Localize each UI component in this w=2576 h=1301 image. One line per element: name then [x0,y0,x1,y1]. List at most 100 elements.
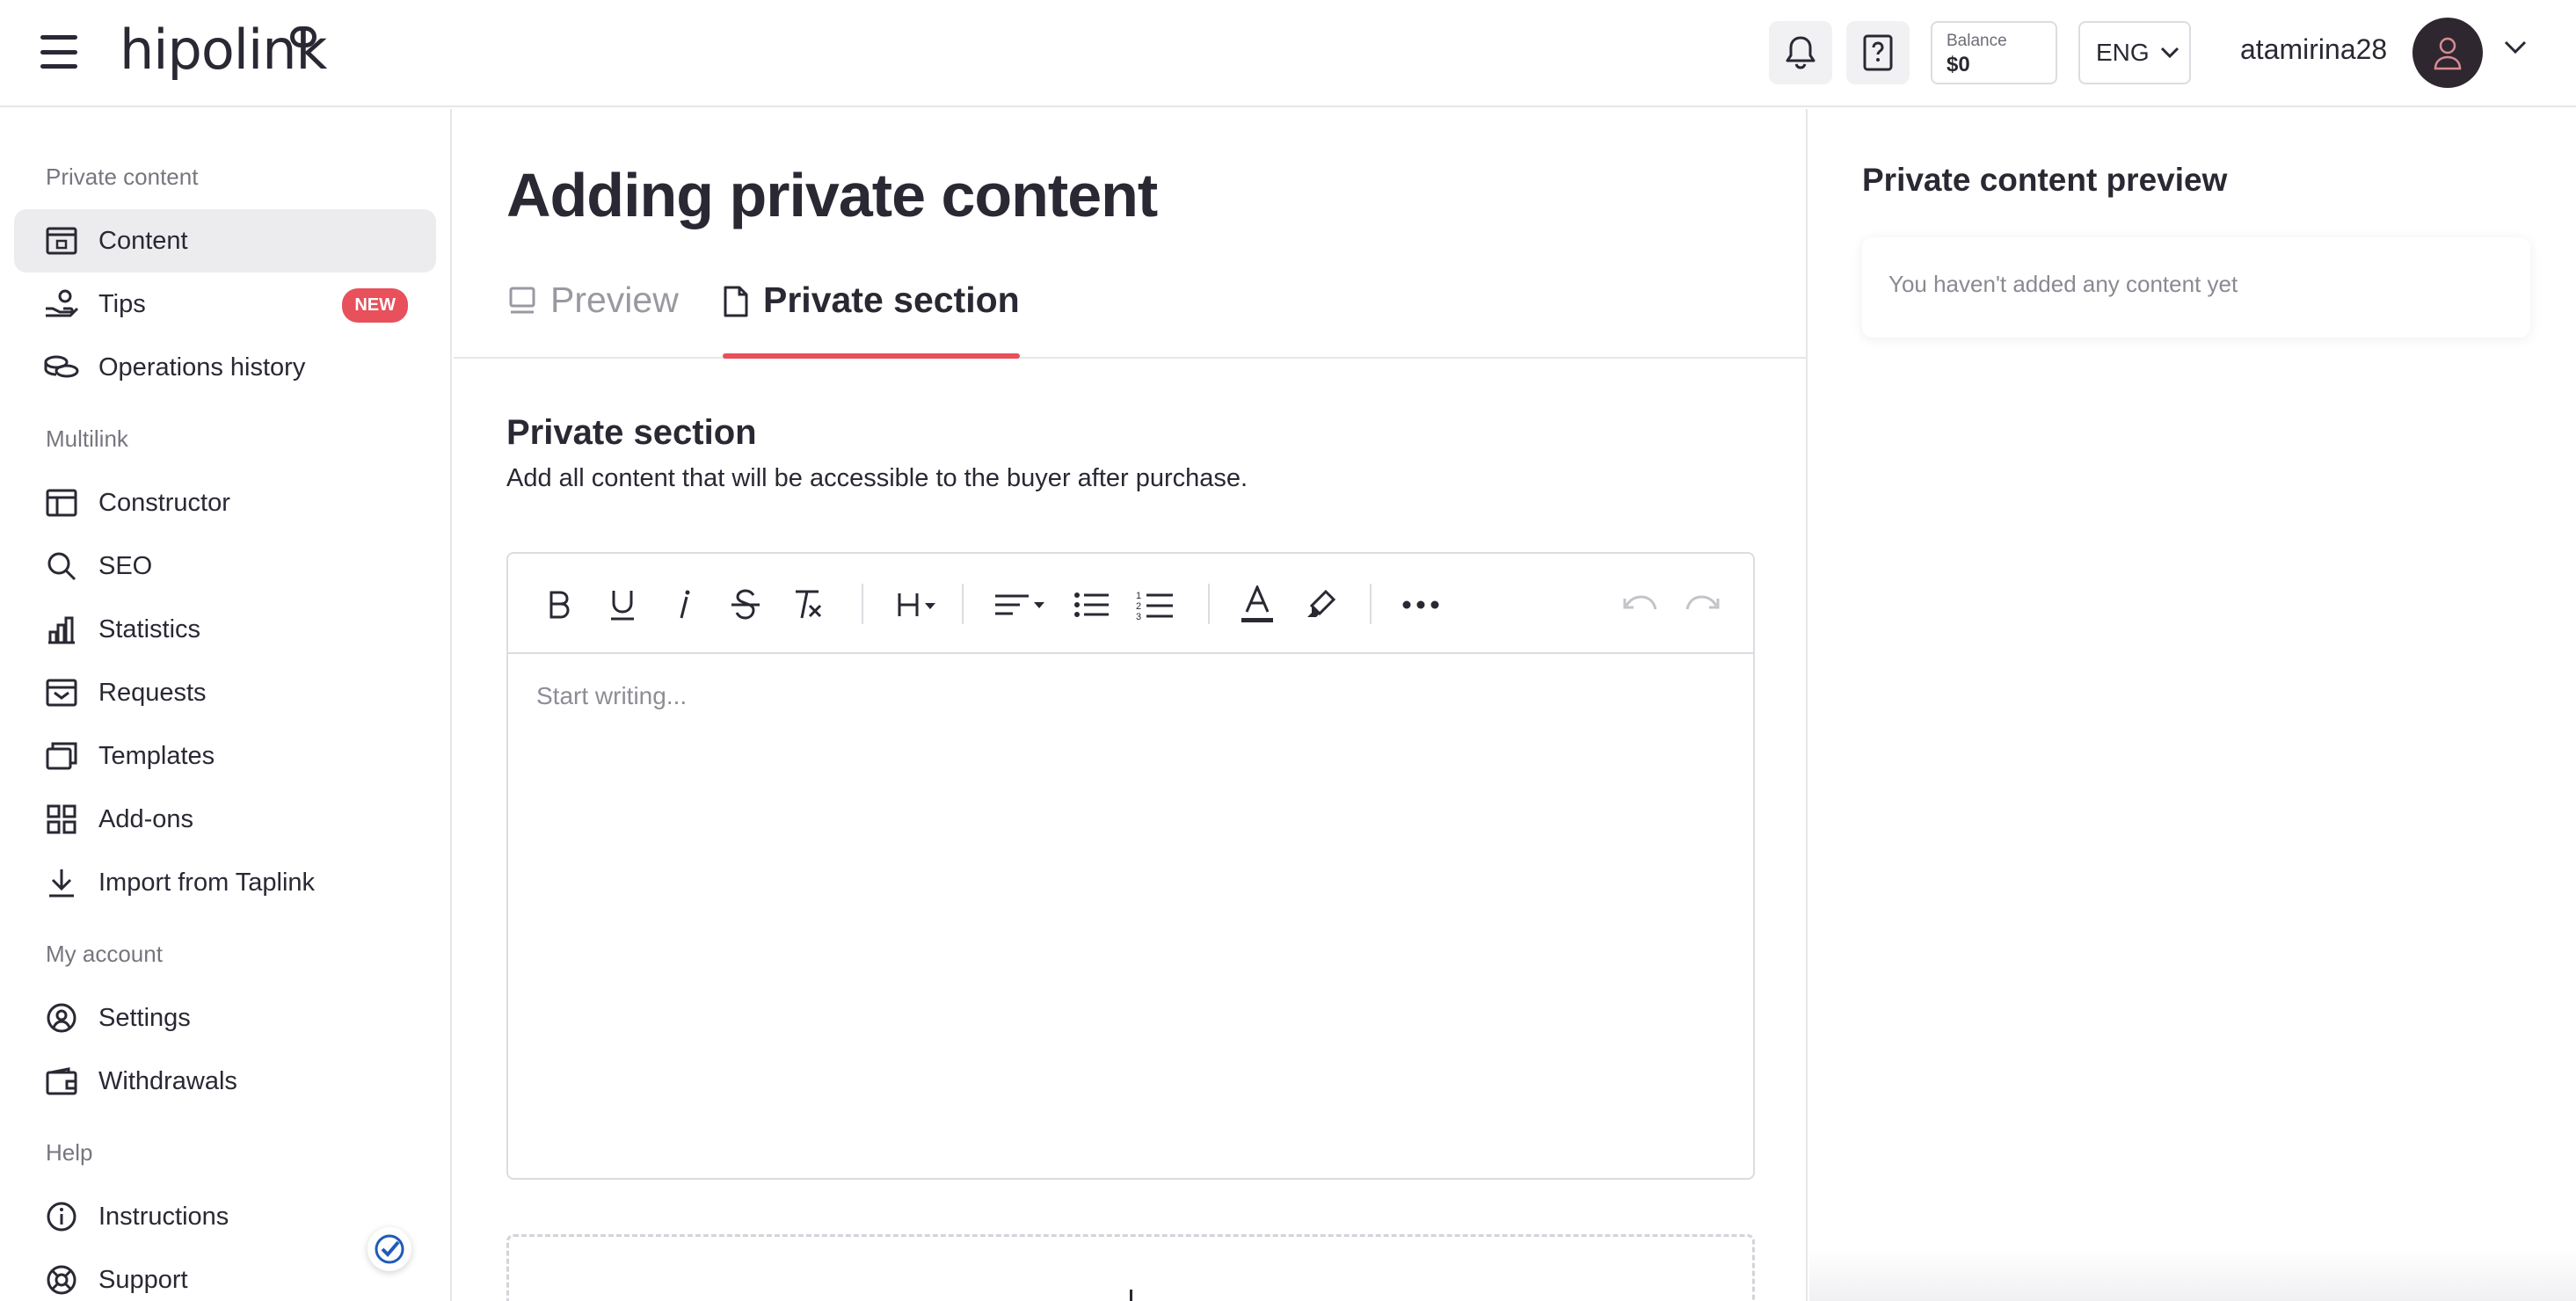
help-book-icon [1863,34,1893,71]
scroll-fade [1809,1248,2576,1301]
section-description: Add all content that will be accessible … [506,464,1248,492]
preview-panel-title: Private content preview [1862,162,2228,198]
underline-icon [611,591,634,621]
sidebar-item-tips[interactable]: Tips NEW [14,273,436,336]
sidebar-section-title: Multilink [46,425,128,452]
italic-button[interactable] [663,584,705,626]
svg-text:1: 1 [1136,591,1141,601]
underline-button[interactable] [601,584,644,626]
sidebar-item-content[interactable]: Content [14,209,436,273]
align-button[interactable] [992,584,1050,626]
redo-button[interactable] [1681,584,1723,626]
notifications-button[interactable] [1769,21,1832,84]
tab-private-section[interactable]: Private section [723,280,1020,359]
layout-icon [44,485,79,520]
toolbar-divider [962,584,964,624]
section-heading: Private section [506,413,757,452]
tab-bar: Preview Private section [454,250,1808,359]
plus-icon [1130,1290,1132,1301]
sidebar-item-requests[interactable]: Requests [14,661,436,724]
download-icon [44,865,79,900]
verified-check-icon[interactable] [367,1227,411,1271]
tab-preview[interactable]: Preview [508,280,679,357]
sidebar-item-label: Requests [98,678,207,707]
bullet-list-button[interactable] [1071,584,1113,626]
sidebar-item-label: Settings [98,1003,191,1032]
preview-panel: Private content preview You haven't adde… [1809,109,2576,1301]
chevron-down-icon [2160,47,2179,59]
menu-icon[interactable] [40,35,77,69]
highlighter-icon [1307,589,1336,617]
text-color-icon [1241,585,1273,622]
language-value: ENG [2096,39,2150,66]
sidebar-item-templates[interactable]: Templates [14,724,436,788]
sidebar-item-label: Import from Taplink [98,868,316,897]
sidebar-section-title: Private content [46,164,199,190]
rich-text-editor[interactable]: 123 Start writing... [506,552,1755,1180]
clear-format-button[interactable] [788,584,830,626]
sidebar-item-label: Instructions [98,1202,229,1231]
copy-icon [44,738,79,774]
heading-icon [898,593,935,616]
align-left-icon [995,594,1044,615]
sidebar-item-label: Constructor [98,488,230,517]
bar-chart-icon [44,612,79,647]
logo-mark-icon [290,26,317,47]
preview-empty-message: You haven't added any content yet [1888,271,2238,297]
sidebar-section-title: My account [46,941,163,967]
bold-button[interactable] [538,584,580,626]
heading-button[interactable] [891,584,946,626]
user-icon [2434,37,2462,70]
toolbar-divider [862,584,863,624]
numbered-list-icon: 123 [1136,591,1173,621]
bullet-list-icon [1074,592,1109,617]
balance-box[interactable]: Balance $0 [1931,21,2057,84]
help-button[interactable] [1846,21,1910,84]
sidebar-item-statistics[interactable]: Statistics [14,598,436,661]
inbox-icon [44,675,79,710]
highlight-button[interactable] [1299,584,1342,626]
strikethrough-icon [731,589,760,620]
strikethrough-button[interactable] [724,584,767,626]
tab-label: Preview [550,280,679,320]
sidebar-item-seo[interactable]: SEO [14,534,436,598]
sidebar-item-label: Tips [98,289,146,318]
hand-coins-icon [44,287,79,322]
undo-icon [1623,595,1657,610]
sidebar-item-label: Statistics [98,614,201,643]
info-icon [44,1199,79,1234]
username[interactable]: atamirina28 [2240,33,2387,66]
sidebar-item-constructor[interactable]: Constructor [14,471,436,534]
balance-value: $0 [1947,53,1970,76]
coins-icon [44,350,79,385]
language-select[interactable]: ENG [2078,21,2191,84]
chevron-down-icon[interactable] [2504,40,2527,55]
numbered-list-button[interactable]: 123 [1134,584,1176,626]
new-badge: NEW [342,288,408,323]
redo-icon [1685,595,1720,610]
sidebar-item-operations-history[interactable]: Operations history [14,336,436,399]
main-content: Adding private content Preview Private s… [454,109,1808,1301]
avatar[interactable] [2412,18,2483,88]
bold-icon [549,591,570,619]
add-block-area[interactable] [506,1234,1755,1301]
sidebar-item-label: Templates [98,741,215,770]
sidebar-item-label: Operations history [98,353,306,382]
italic-icon [680,590,690,619]
sidebar-item-add-ons[interactable]: Add-ons [14,788,436,851]
sidebar-item-label: Withdrawals [98,1066,237,1095]
toolbar-divider [1208,584,1210,624]
search-icon [44,549,79,584]
text-color-button[interactable] [1236,584,1278,626]
more-button[interactable] [1400,584,1442,626]
sidebar-item-withdrawals[interactable]: Withdrawals [14,1050,436,1113]
sidebar: Private content Content Tips NEW Operati… [0,109,452,1301]
toolbar-divider [1370,584,1372,624]
editor-toolbar: 123 [508,554,1753,654]
undo-button[interactable] [1619,584,1662,626]
document-icon [723,285,749,327]
sidebar-item-settings[interactable]: Settings [14,986,436,1050]
sidebar-item-import-from-taplink[interactable]: Import from Taplink [14,851,436,914]
editor-placeholder[interactable]: Start writing... [536,682,687,710]
svg-text:3: 3 [1136,612,1141,621]
